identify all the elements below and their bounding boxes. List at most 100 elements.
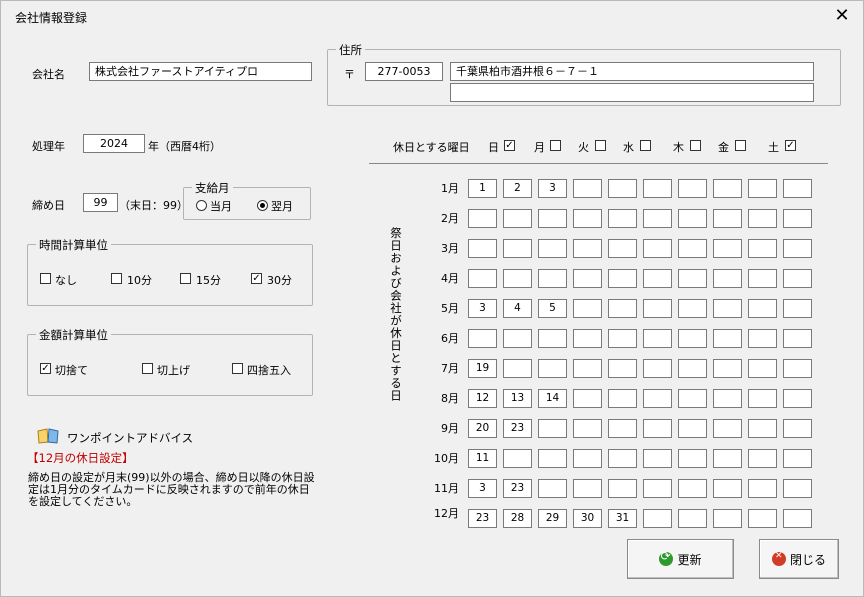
holiday-day-cell[interactable] bbox=[643, 389, 672, 408]
holiday-day-cell[interactable] bbox=[608, 179, 637, 198]
holiday-day-cell[interactable]: 12 bbox=[468, 389, 497, 408]
holiday-day-cell[interactable] bbox=[573, 479, 602, 498]
postal-code-input[interactable]: 277-0053 bbox=[365, 62, 443, 81]
holiday-day-cell[interactable] bbox=[748, 389, 777, 408]
holiday-day-cell[interactable] bbox=[713, 509, 742, 528]
time-unit-none-checkbox[interactable] bbox=[40, 273, 51, 284]
holiday-day-cell[interactable] bbox=[713, 389, 742, 408]
holiday-day-cell[interactable] bbox=[468, 269, 497, 288]
holiday-day-cell[interactable] bbox=[573, 389, 602, 408]
holiday-day-cell[interactable]: 19 bbox=[468, 359, 497, 378]
holiday-day-cell[interactable] bbox=[608, 359, 637, 378]
holiday-day-cell[interactable] bbox=[713, 209, 742, 228]
holiday-day-cell[interactable] bbox=[678, 449, 707, 468]
holiday-day-cell[interactable]: 3 bbox=[538, 179, 567, 198]
holiday-day-cell[interactable] bbox=[573, 419, 602, 438]
holiday-day-cell[interactable]: 28 bbox=[503, 509, 532, 528]
weekday-wed-checkbox[interactable] bbox=[640, 140, 651, 151]
holiday-day-cell[interactable] bbox=[538, 479, 567, 498]
holiday-day-cell[interactable] bbox=[748, 419, 777, 438]
holiday-day-cell[interactable]: 20 bbox=[468, 419, 497, 438]
holiday-day-cell[interactable] bbox=[643, 179, 672, 198]
holiday-day-cell[interactable] bbox=[748, 329, 777, 348]
holiday-day-cell[interactable] bbox=[748, 299, 777, 318]
holiday-day-cell[interactable] bbox=[503, 239, 532, 258]
time-unit-15-checkbox[interactable] bbox=[180, 273, 191, 284]
holiday-day-cell[interactable] bbox=[538, 449, 567, 468]
holiday-day-cell[interactable]: 3 bbox=[468, 299, 497, 318]
holiday-day-cell[interactable] bbox=[643, 449, 672, 468]
holiday-day-cell[interactable] bbox=[538, 359, 567, 378]
address-line1-input[interactable]: 千葉県柏市酒井根６－７－１ bbox=[450, 62, 814, 81]
time-unit-30-checkbox[interactable]: ✓ bbox=[251, 273, 262, 284]
holiday-day-cell[interactable] bbox=[573, 209, 602, 228]
holiday-day-cell[interactable] bbox=[573, 329, 602, 348]
holiday-day-cell[interactable] bbox=[783, 389, 812, 408]
holiday-day-cell[interactable] bbox=[748, 269, 777, 288]
holiday-day-cell[interactable] bbox=[678, 419, 707, 438]
holiday-day-cell[interactable] bbox=[713, 419, 742, 438]
money-unit-round-checkbox[interactable] bbox=[232, 363, 243, 374]
holiday-day-cell[interactable] bbox=[573, 239, 602, 258]
holiday-day-cell[interactable]: 5 bbox=[538, 299, 567, 318]
holiday-day-cell[interactable] bbox=[678, 209, 707, 228]
holiday-day-cell[interactable] bbox=[608, 419, 637, 438]
weekday-mon-checkbox[interactable] bbox=[550, 140, 561, 151]
holiday-day-cell[interactable]: 30 bbox=[573, 509, 602, 528]
holiday-day-cell[interactable]: 23 bbox=[503, 479, 532, 498]
holiday-day-cell[interactable] bbox=[608, 449, 637, 468]
weekday-sat-checkbox[interactable]: ✓ bbox=[785, 140, 796, 151]
money-unit-ceil-checkbox[interactable] bbox=[142, 363, 153, 374]
holiday-day-cell[interactable] bbox=[783, 359, 812, 378]
holiday-day-cell[interactable] bbox=[538, 209, 567, 228]
holiday-day-cell[interactable] bbox=[608, 209, 637, 228]
time-unit-10-checkbox[interactable] bbox=[111, 273, 122, 284]
weekday-thu-checkbox[interactable] bbox=[690, 140, 701, 151]
holiday-day-cell[interactable] bbox=[713, 239, 742, 258]
holiday-day-cell[interactable] bbox=[678, 479, 707, 498]
holiday-day-cell[interactable] bbox=[748, 509, 777, 528]
holiday-day-cell[interactable] bbox=[713, 269, 742, 288]
holiday-day-cell[interactable]: 29 bbox=[538, 509, 567, 528]
holiday-day-cell[interactable] bbox=[608, 239, 637, 258]
holiday-day-cell[interactable] bbox=[783, 239, 812, 258]
holiday-day-cell[interactable] bbox=[503, 209, 532, 228]
holiday-day-cell[interactable] bbox=[678, 269, 707, 288]
holiday-day-cell[interactable] bbox=[573, 179, 602, 198]
holiday-day-cell[interactable] bbox=[748, 449, 777, 468]
holiday-day-cell[interactable] bbox=[468, 239, 497, 258]
holiday-day-cell[interactable] bbox=[678, 299, 707, 318]
holiday-day-cell[interactable] bbox=[503, 269, 532, 288]
holiday-day-cell[interactable] bbox=[608, 329, 637, 348]
holiday-day-cell[interactable] bbox=[538, 419, 567, 438]
holiday-day-cell[interactable] bbox=[783, 269, 812, 288]
money-unit-floor-checkbox[interactable]: ✓ bbox=[40, 363, 51, 374]
holiday-day-cell[interactable] bbox=[643, 329, 672, 348]
holiday-day-cell[interactable] bbox=[573, 449, 602, 468]
holiday-day-cell[interactable] bbox=[538, 239, 567, 258]
holiday-day-cell[interactable] bbox=[783, 179, 812, 198]
holiday-day-cell[interactable] bbox=[608, 479, 637, 498]
holiday-day-cell[interactable] bbox=[503, 329, 532, 348]
holiday-day-cell[interactable] bbox=[678, 359, 707, 378]
holiday-day-cell[interactable] bbox=[678, 509, 707, 528]
holiday-day-cell[interactable] bbox=[538, 269, 567, 288]
holiday-day-cell[interactable]: 13 bbox=[503, 389, 532, 408]
closing-day-input[interactable]: 99 bbox=[83, 193, 118, 212]
holiday-day-cell[interactable]: 2 bbox=[503, 179, 532, 198]
holiday-day-cell[interactable] bbox=[678, 239, 707, 258]
holiday-day-cell[interactable] bbox=[748, 359, 777, 378]
holiday-day-cell[interactable] bbox=[643, 359, 672, 378]
holiday-day-cell[interactable] bbox=[643, 419, 672, 438]
holiday-day-cell[interactable] bbox=[783, 419, 812, 438]
holiday-day-cell[interactable] bbox=[748, 239, 777, 258]
holiday-day-cell[interactable]: 23 bbox=[503, 419, 532, 438]
holiday-day-cell[interactable] bbox=[538, 329, 567, 348]
holiday-day-cell[interactable] bbox=[503, 359, 532, 378]
close-icon[interactable]: ✕ bbox=[827, 3, 857, 29]
holiday-day-cell[interactable] bbox=[643, 509, 672, 528]
holiday-day-cell[interactable] bbox=[713, 449, 742, 468]
holiday-day-cell[interactable] bbox=[713, 359, 742, 378]
holiday-day-cell[interactable] bbox=[713, 179, 742, 198]
holiday-day-cell[interactable] bbox=[468, 209, 497, 228]
